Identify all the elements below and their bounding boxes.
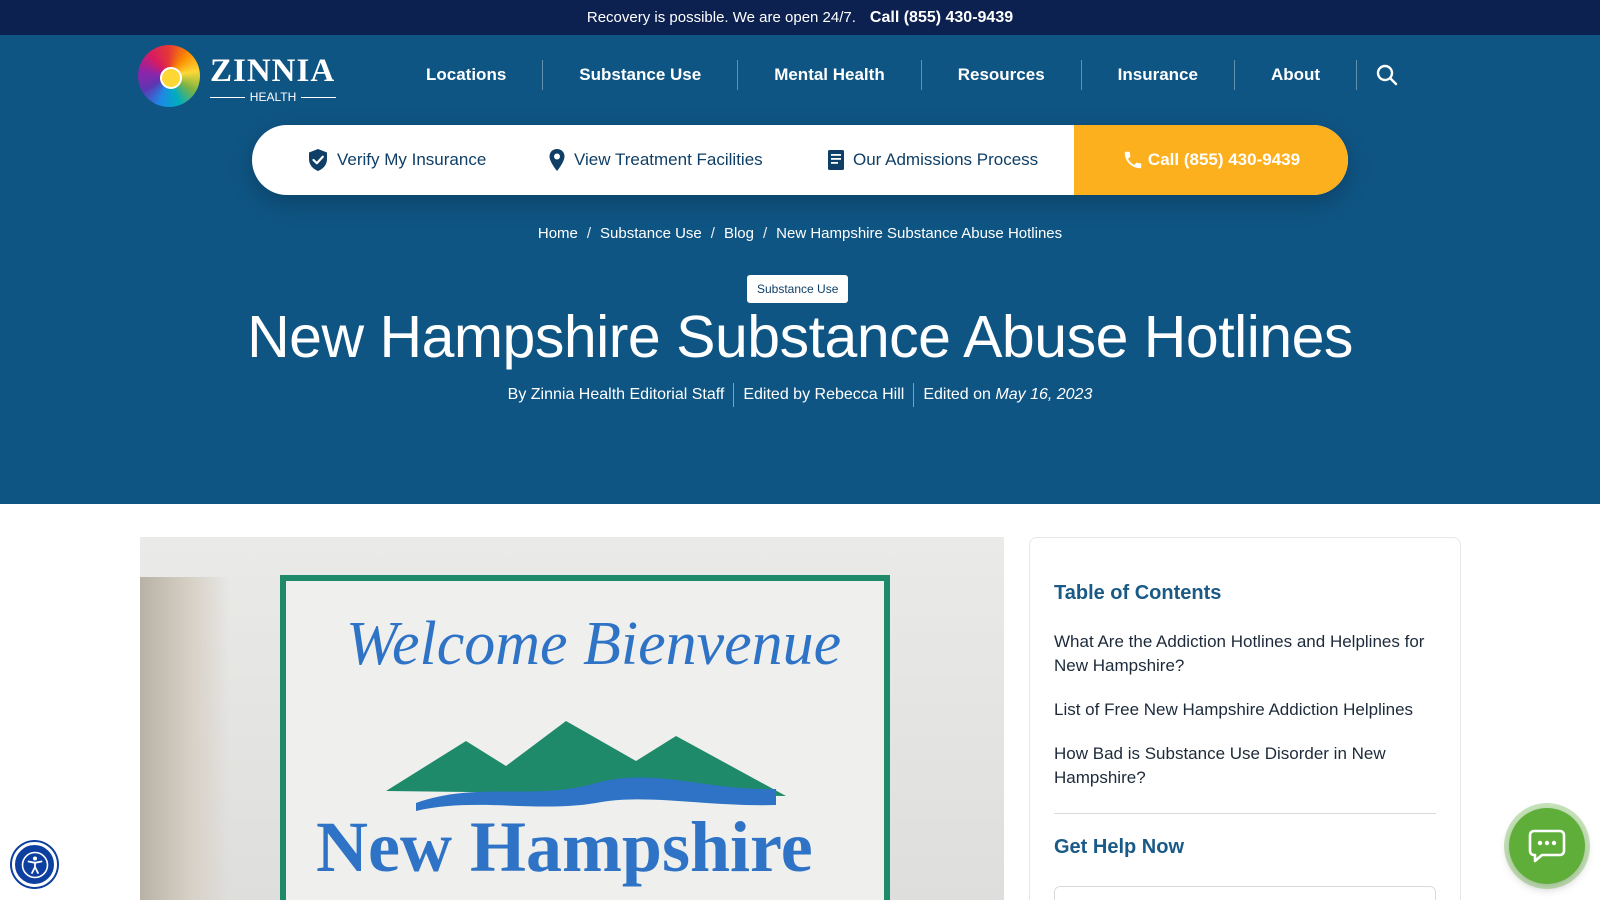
nav-item-mental-health[interactable]: Mental Health xyxy=(738,60,922,90)
mountain-icon xyxy=(386,721,786,811)
nav-item-substance-use[interactable]: Substance Use xyxy=(543,60,739,90)
snowy-trees-image xyxy=(140,577,230,900)
breadcrumb-current: New Hampshire Substance Abuse Hotlines xyxy=(776,225,1063,242)
article-hero-image: Welcome Bienvenue New Hampshire xyxy=(140,537,1004,900)
page-title: New Hampshire Substance Abuse Hotlines xyxy=(247,304,1353,370)
shield-check-icon xyxy=(309,149,327,171)
toc-heading: Table of Contents xyxy=(1054,582,1222,604)
breadcrumb-separator: / xyxy=(762,225,768,242)
search-button[interactable] xyxy=(1357,60,1417,90)
nav-item-resources[interactable]: Resources xyxy=(922,60,1082,90)
breadcrumb-separator: / xyxy=(710,225,715,242)
call-now-button[interactable]: Call (855) 430-9439 xyxy=(1074,125,1348,195)
view-facilities-link[interactable]: View Treatment Facilities xyxy=(548,125,763,195)
topbar-phone-link[interactable]: Call (855) 430-9439 xyxy=(870,9,1013,27)
byline-edited-label: Edited on xyxy=(923,386,991,403)
nav-item-insurance[interactable]: Insurance xyxy=(1082,60,1235,90)
toc-item[interactable]: What Are the Addiction Hotlines and Help… xyxy=(1054,630,1438,678)
logo-subtitle-text: HEALTH xyxy=(249,90,297,104)
call-now-label: Call (855) 430-9439 xyxy=(1147,150,1301,169)
byline-author[interactable]: By Zinnia Health Editorial Staff xyxy=(499,383,735,407)
breadcrumb: Home / Substance Use / Blog / New Hampsh… xyxy=(0,225,1600,242)
sign-welcome-text: Welcome Bienvenue xyxy=(346,610,842,678)
phone-icon xyxy=(1124,151,1142,169)
logo-subtitle: HEALTH xyxy=(210,90,337,104)
accessibility-button[interactable] xyxy=(12,842,57,887)
nav-item-about[interactable]: About xyxy=(1235,60,1358,90)
table-of-contents: Table of Contents What Are the Addiction… xyxy=(1029,537,1461,900)
toc-item[interactable]: List of Free New Hampshire Addiction Hel… xyxy=(1054,698,1438,722)
breadcrumb-home[interactable]: Home xyxy=(538,225,578,242)
breadcrumb-separator: / xyxy=(586,225,592,242)
main-nav: Locations Substance Use Mental Health Re… xyxy=(390,58,1417,92)
category-tag[interactable]: Substance Use xyxy=(747,275,849,303)
byline-edited-date: May 16, 2023 xyxy=(995,386,1093,403)
announcement-bar: Recovery is possible. We are open 24/7. … xyxy=(0,0,1600,35)
admissions-process-label: Our Admissions Process xyxy=(853,150,1039,169)
breadcrumb-blog[interactable]: Blog xyxy=(724,225,754,242)
view-facilities-label: View Treatment Facilities xyxy=(574,150,763,169)
logo-wordmark: ZINNIA xyxy=(210,53,336,89)
toc-item[interactable]: How Bad is Substance Use Disorder in New… xyxy=(1054,742,1438,790)
get-help-card[interactable] xyxy=(1054,886,1436,900)
sign-state-text: New Hampshire xyxy=(316,807,813,887)
verify-insurance-link[interactable]: Verify My Insurance xyxy=(307,125,486,195)
byline-edited: Edited on May 16, 2023 xyxy=(914,383,1101,407)
byline-editor[interactable]: Edited by Rebecca Hill xyxy=(734,383,915,407)
announcement-text: Recovery is possible. We are open 24/7. xyxy=(586,9,856,26)
nav-item-locations[interactable]: Locations xyxy=(390,60,544,90)
search-icon xyxy=(1376,64,1398,86)
breadcrumb-substance-use[interactable]: Substance Use xyxy=(600,225,702,242)
chat-icon xyxy=(1528,829,1566,863)
state-welcome-sign: Welcome Bienvenue New Hampshire xyxy=(280,575,890,900)
admissions-process-link[interactable]: Our Admissions Process xyxy=(827,125,1038,195)
get-help-heading: Get Help Now xyxy=(1054,836,1185,858)
logo-flower-icon xyxy=(138,45,200,107)
toc-divider xyxy=(1054,813,1436,814)
article-byline: By Zinnia Health Editorial Staff Edited … xyxy=(0,383,1600,407)
accessibility-icon xyxy=(21,851,48,878)
chat-widget-button[interactable] xyxy=(1509,808,1585,884)
map-pin-icon xyxy=(549,149,565,171)
site-logo[interactable]: ZINNIA HEALTH xyxy=(138,43,338,107)
document-icon xyxy=(828,150,844,170)
quick-actions-bar: Verify My Insurance View Treatment Facil… xyxy=(252,125,1348,195)
hero-section: ZINNIA HEALTH Locations Substance Use Me… xyxy=(0,35,1600,504)
verify-insurance-label: Verify My Insurance xyxy=(337,150,487,169)
